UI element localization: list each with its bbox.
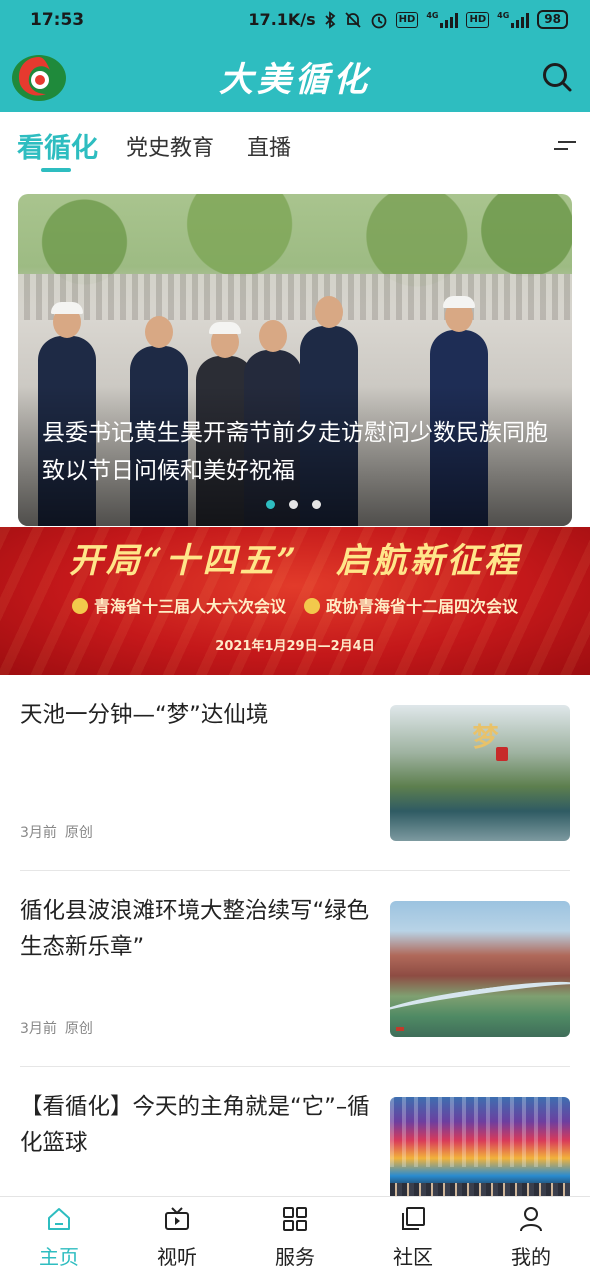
status-time: 17:53	[30, 10, 85, 30]
news-item[interactable]: 循化县波浪滩环境大整治续写“绿色生态新乐章” 3月前 原创	[0, 871, 590, 1067]
tab-live[interactable]: 直播	[247, 130, 291, 162]
nav-services-label: 服务	[275, 1245, 315, 1269]
news-thumbnail[interactable]	[390, 901, 570, 1037]
carousel-dot-3[interactable]	[312, 500, 321, 509]
grid-icon	[283, 1207, 307, 1231]
nav-profile-label: 我的	[511, 1245, 551, 1269]
nav-community[interactable]: 社区	[354, 1205, 472, 1270]
promo-banner[interactable]: 开局“十四五” 启航新征程 青海省十三届人大六次会议 政协青海省十二届四次会议 …	[0, 527, 590, 675]
battery-indicator: 98	[537, 10, 568, 29]
search-icon[interactable]	[540, 60, 574, 94]
banner-sub-left-wrap: 青海省十三届人大六次会议	[71, 593, 286, 617]
news-meta: 3月前 原创	[20, 822, 93, 842]
nav-home[interactable]: 主页	[0, 1205, 118, 1270]
category-tabs: 看循化 党史教育 直播	[0, 112, 590, 180]
emblem-icon	[304, 598, 320, 614]
thumbnail-caption-tag	[396, 1027, 404, 1031]
hd-badge-2: HD	[466, 11, 490, 28]
news-thumbnail[interactable]: 梦	[390, 705, 570, 841]
mute-icon	[345, 11, 361, 28]
app-title: 大美循化	[219, 60, 371, 100]
banner-sub-left: 青海省十三届人大六次会议	[93, 597, 286, 616]
news-title[interactable]: 循化县波浪滩环境大整治续写“绿色生态新乐章”	[20, 893, 375, 965]
signal-icon-1: 4G	[426, 10, 459, 28]
news-tag: 原创	[64, 825, 93, 841]
banner-sub-right: 政协青海省十二届四次会议	[326, 597, 519, 616]
banner-date: 2021年1月29日—2月4日	[215, 639, 375, 654]
nav-community-label: 社区	[393, 1245, 433, 1269]
nav-profile[interactable]: 我的	[472, 1205, 590, 1270]
hd-badge-1: HD	[395, 11, 419, 28]
bottom-nav: 主页 视听 服务 社区 我的	[0, 1196, 590, 1278]
thumbnail-flags	[390, 1097, 570, 1167]
banner-title: 开局“十四五” 启航新征程	[68, 541, 522, 581]
carousel-dot-2[interactable]	[289, 500, 298, 509]
home-icon	[48, 1208, 70, 1230]
tab-party-history[interactable]: 党史教育	[126, 130, 214, 162]
app-header: 17:53 17.1K/s HD 4G HD 4G 98 大美循化	[0, 0, 590, 112]
hero-carousel[interactable]: 县委书记黄生昊开斋节前夕走访慰问少数民族同胞 致以节日问候和美好祝福	[18, 194, 572, 526]
thumbnail-river	[390, 975, 570, 1023]
hero-photo-fence	[18, 274, 572, 320]
community-icon	[402, 1207, 425, 1230]
thumbnail-text: 梦	[468, 723, 498, 749]
bluetooth-icon	[325, 10, 336, 29]
network-type-2: 4G	[497, 10, 510, 20]
news-title[interactable]: 天池一分钟—“梦”达仙境	[20, 697, 375, 733]
alarm-icon	[371, 13, 387, 28]
news-tag: 原创	[64, 1021, 93, 1037]
carousel-dots	[266, 500, 321, 509]
seal-mark	[496, 747, 508, 761]
banner-sub-right-wrap: 政协青海省十二届四次会议	[304, 593, 518, 617]
network-type-1: 4G	[426, 10, 439, 20]
nav-video-label: 视听	[157, 1245, 197, 1269]
nav-video[interactable]: 视听	[118, 1205, 236, 1270]
news-title[interactable]: 【看循化】今天的主角就是“它”–循化篮球	[20, 1089, 375, 1161]
banner-subtitle: 青海省十三届人大六次会议 政协青海省十二届四次会议	[0, 593, 590, 617]
video-icon	[165, 1207, 189, 1230]
carousel-dot-1[interactable]	[266, 500, 275, 509]
news-time: 3月前	[20, 825, 57, 841]
network-speed: 17.1K/s	[248, 10, 316, 29]
news-time: 3月前	[20, 1021, 57, 1037]
signal-icon-2: 4G	[497, 10, 530, 28]
tab-kanxunhua[interactable]: 看循化	[17, 126, 98, 165]
hero-caption[interactable]: 县委书记黄生昊开斋节前夕走访慰问少数民族同胞 致以节日问候和美好祝福	[42, 414, 571, 490]
status-icons: 17.1K/s HD 4G HD 4G 98	[248, 10, 568, 29]
nav-services[interactable]: 服务	[236, 1205, 354, 1270]
emblem-icon	[71, 598, 88, 614]
tab-indicator	[41, 168, 71, 172]
news-meta: 3月前 原创	[20, 1018, 93, 1038]
status-bar: 17:53 17.1K/s HD 4G HD 4G 98	[0, 0, 590, 40]
menu-icon[interactable]	[554, 138, 576, 154]
news-item[interactable]: 天池一分钟—“梦”达仙境 3月前 原创 梦	[0, 675, 590, 871]
profile-icon	[520, 1207, 542, 1232]
nav-home-label: 主页	[39, 1245, 79, 1269]
